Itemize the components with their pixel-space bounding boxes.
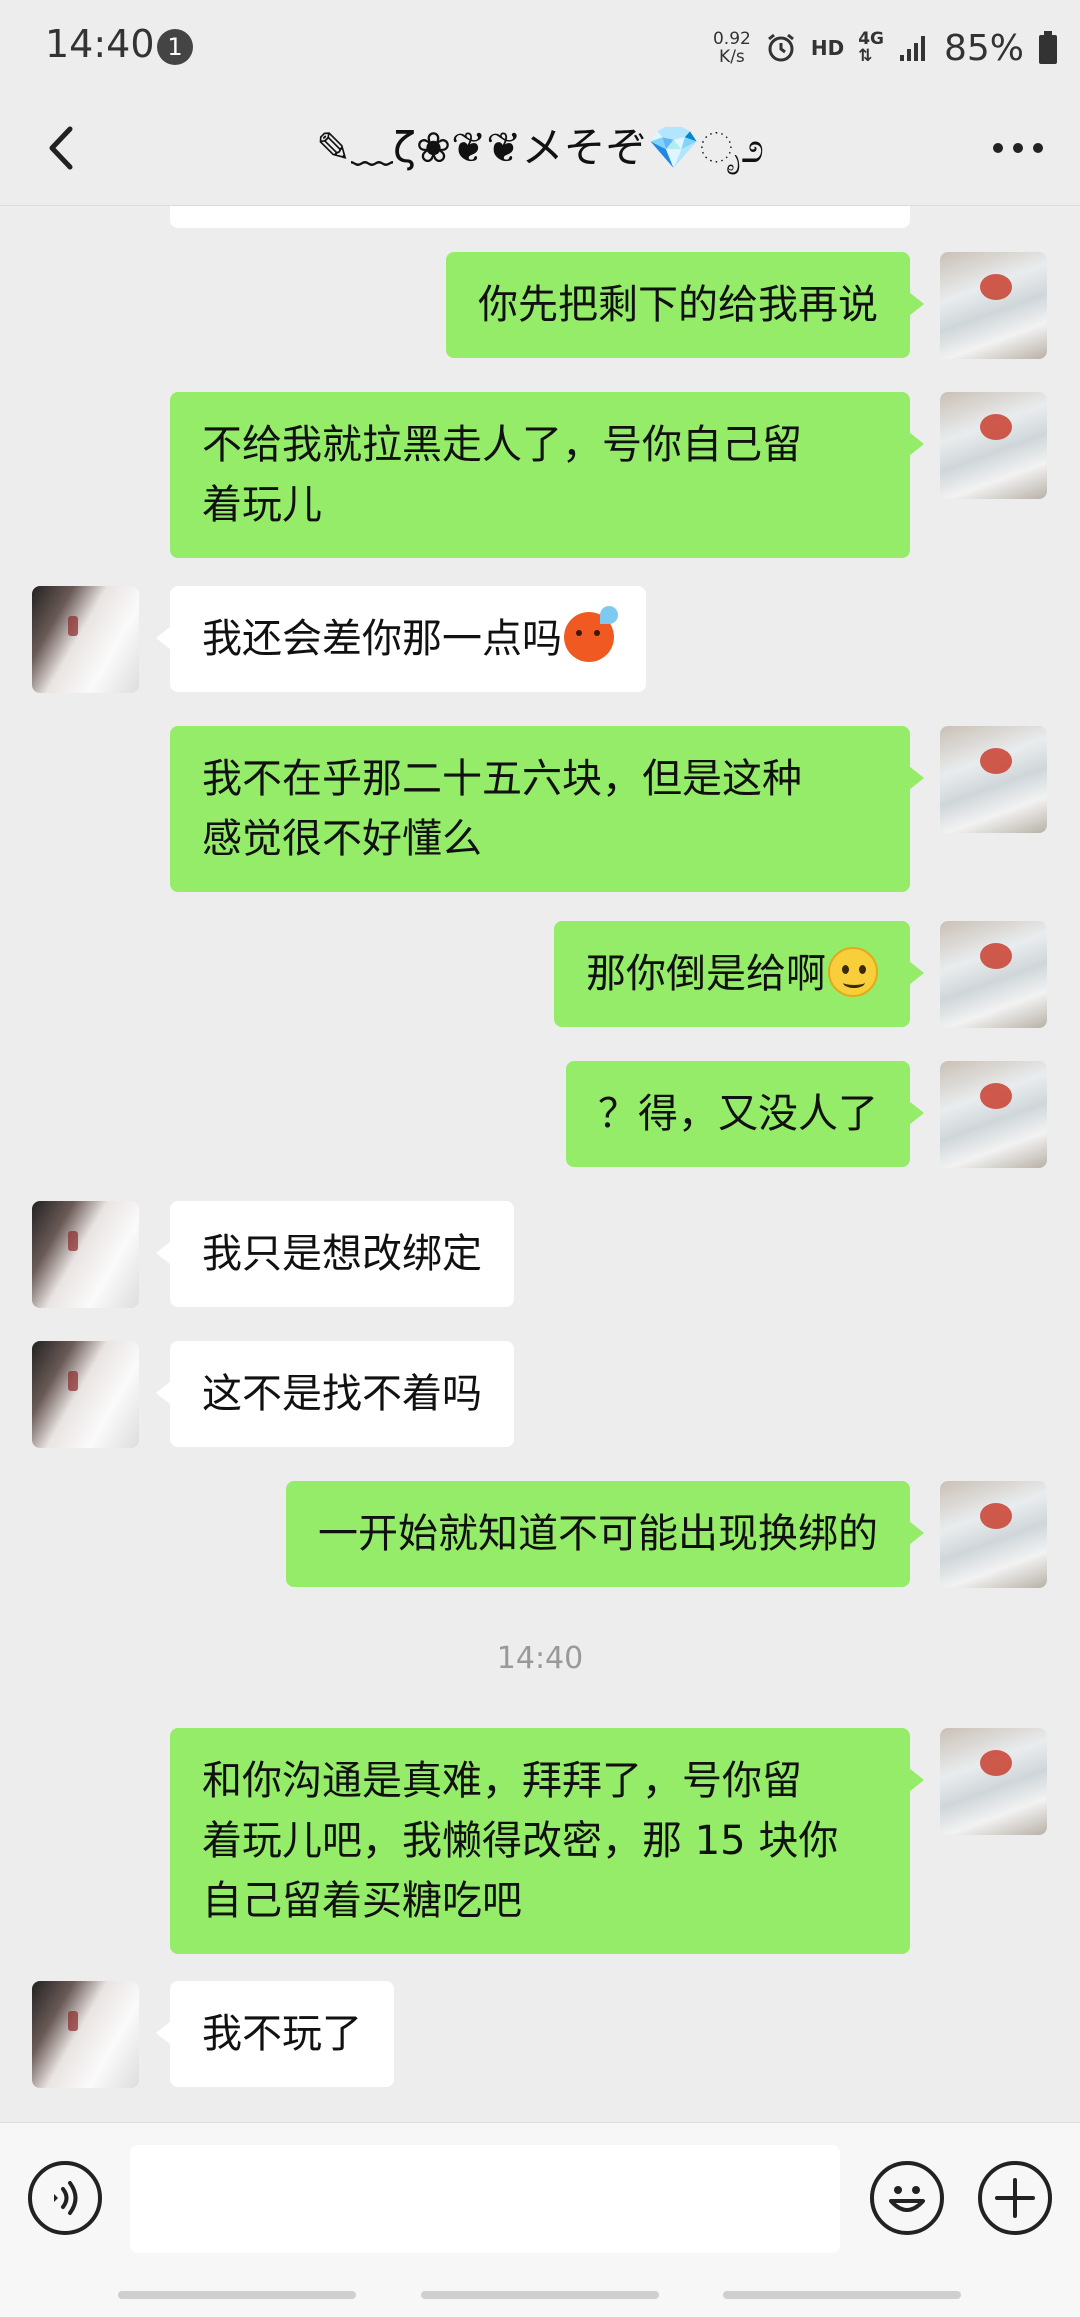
message-text: 那你倒是给啊 <box>586 951 826 997</box>
message-bubble-other[interactable]: 我还会差你那一点吗 <box>156 586 646 692</box>
self-avatar[interactable] <box>940 1481 1047 1588</box>
self-avatar[interactable] <box>940 1728 1047 1835</box>
status-bar: 14:40 1 0.92 K/s HD 4G ⇅ 85% <box>0 0 1080 95</box>
message-text: 我只是想改绑定 <box>202 1231 482 1277</box>
notification-count-badge: 1 <box>157 29 193 65</box>
plus-icon <box>995 2178 1035 2218</box>
contact-avatar[interactable] <box>32 1201 139 1308</box>
alarm-icon <box>767 33 794 62</box>
input-bar <box>0 2122 1080 2317</box>
more-dots-icon <box>993 143 1043 153</box>
message-text-line: 我不在乎那二十五六块，但是这种 <box>202 756 802 802</box>
chat-title: ✎﹏ζ❀❦❦メそぞ💎ೃ೨ <box>315 123 765 172</box>
more-functions-button[interactable] <box>978 2161 1052 2235</box>
message-text: 我还会差你那一点吗 <box>202 616 562 662</box>
message-bubble-self[interactable]: 那你倒是给啊 <box>554 921 924 1027</box>
smiley-icon <box>889 2186 925 2212</box>
message-text-line: 感觉很不好懂么 <box>202 816 482 862</box>
chevron-left-icon <box>49 126 73 170</box>
message-input[interactable] <box>130 2145 840 2253</box>
self-avatar[interactable] <box>940 252 1047 359</box>
message-bubble-self[interactable]: ？得，又没人了 <box>566 1061 924 1167</box>
gesture-bar-left <box>118 2291 356 2299</box>
message-bubble-other[interactable]: 这不是找不着吗 <box>156 1341 514 1447</box>
message-text-line: 着玩儿 <box>202 482 322 528</box>
self-avatar[interactable] <box>940 921 1047 1028</box>
message-bubble-other[interactable]: 我只是想改绑定 <box>156 1201 514 1307</box>
message-text-line: 自己留着买糖吃吧 <box>202 1878 522 1924</box>
self-avatar[interactable] <box>940 726 1047 833</box>
message-text: 一开始就知道不可能出现换绑的 <box>318 1511 878 1557</box>
contact-avatar[interactable] <box>32 1341 139 1448</box>
status-time: 14:40 <box>45 22 155 66</box>
gesture-bar-right <box>723 2291 961 2299</box>
message-bubble-self[interactable]: 不给我就拉黑走人了，号你自己留 着玩儿 <box>170 392 924 558</box>
partial-message-bubble <box>170 206 910 228</box>
contact-avatar[interactable] <box>32 586 139 693</box>
message-text-line: 不给我就拉黑走人了，号你自己留 <box>202 422 802 468</box>
battery-percent: 85% <box>943 27 1024 69</box>
message-bubble-self[interactable]: 和你沟通是真难，拜拜了，号你留 着玩儿吧，我懒得改密，那 15 块你 自己留着买… <box>170 1728 924 1954</box>
more-options-button[interactable] <box>978 113 1058 183</box>
back-button[interactable] <box>28 113 98 183</box>
battery-icon <box>1039 31 1057 64</box>
smile-emoji-icon <box>828 947 878 997</box>
chat-header: ✎﹏ζ❀❦❦メそぞ💎ೃ೨ <box>0 95 1080 206</box>
chat-message-list[interactable]: 你先把剩下的给我再说 不给我就拉黑走人了，号你自己留 着玩儿 我还会差你那一点吗… <box>0 206 1080 2122</box>
cold-sweat-emoji-icon <box>564 606 618 662</box>
signal-icon <box>899 36 925 61</box>
gesture-bar-center <box>421 2291 659 2299</box>
message-text: 我不玩了 <box>202 2011 362 2057</box>
emoji-button[interactable] <box>870 2161 944 2235</box>
message-bubble-self[interactable]: 你先把剩下的给我再说 <box>446 252 924 358</box>
network-speed: 0.92 K/s <box>713 30 751 66</box>
message-bubble-other[interactable]: 我不玩了 <box>156 1981 394 2087</box>
self-avatar[interactable] <box>940 1061 1047 1168</box>
message-text-line: 着玩儿吧，我懒得改密，那 15 块你 <box>202 1818 839 1864</box>
network-type: 4G ⇅ <box>858 31 884 65</box>
message-text-line: 和你沟通是真难，拜拜了，号你留 <box>202 1758 802 1804</box>
message-timestamp: 14:40 <box>496 1641 584 1676</box>
status-icons: 0.92 K/s HD 4G ⇅ 85% <box>713 26 1058 70</box>
network-speed-unit: K/s <box>719 47 745 67</box>
network-speed-value: 0.92 <box>712 29 751 49</box>
self-avatar[interactable] <box>940 392 1047 499</box>
message-text: ？得，又没人了 <box>598 1091 878 1137</box>
message-bubble-self[interactable]: 我不在乎那二十五六块，但是这种 感觉很不好懂么 <box>170 726 924 892</box>
hd-label: HD <box>810 36 845 60</box>
contact-avatar[interactable] <box>32 1981 139 2088</box>
message-text: 你先把剩下的给我再说 <box>478 282 878 328</box>
message-bubble-self[interactable]: 一开始就知道不可能出现换绑的 <box>286 1481 924 1587</box>
message-text: 这不是找不着吗 <box>202 1371 482 1417</box>
voice-input-button[interactable] <box>28 2161 102 2235</box>
voice-icon <box>54 2181 78 2215</box>
data-arrows-icon: ⇅ <box>858 46 873 66</box>
